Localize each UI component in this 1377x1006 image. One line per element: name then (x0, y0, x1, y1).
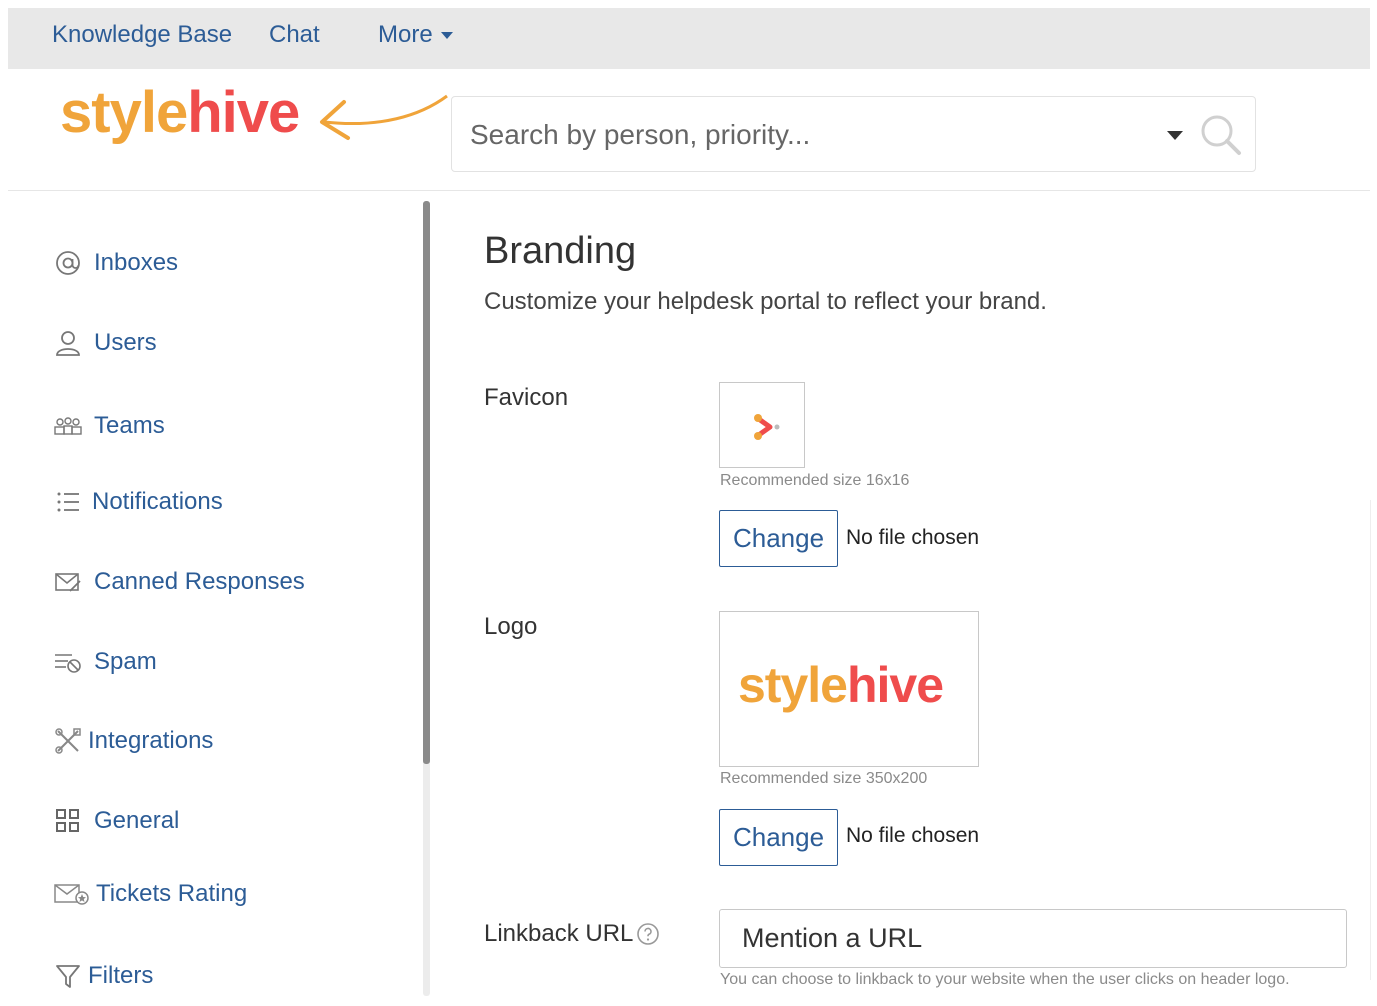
sidebar-item-label: Integrations (88, 727, 214, 754)
sidebar-item-label: Tickets Rating (96, 880, 248, 907)
search-input[interactable]: Search by person, priority... (470, 119, 810, 151)
sidebar-scrollbar-thumb[interactable] (423, 201, 430, 764)
search-icon[interactable] (1199, 113, 1243, 157)
sidebar-item-label: Notifications (92, 488, 223, 515)
nav-knowledge-base[interactable]: Knowledge Base (52, 20, 232, 50)
search-box[interactable]: Search by person, priority... (451, 96, 1256, 172)
sidebar-item-label: Users (94, 329, 157, 356)
grid-icon (54, 807, 82, 835)
sidebar-item-tickets-rating[interactable]: Tickets Rating (54, 877, 247, 911)
nav-more[interactable]: More (378, 20, 453, 50)
sidebar-item-integrations[interactable]: Integrations (54, 724, 213, 758)
sidebar-item-label: Inboxes (94, 249, 179, 276)
brand-logo-style: style (60, 80, 188, 145)
brand-logo-hive: hive (187, 80, 300, 145)
sidebar-item-label: Filters (88, 962, 154, 989)
favicon-label: Favicon (484, 384, 569, 411)
logo-label: Logo (484, 613, 538, 640)
sidebar-item-canned-responses[interactable]: Canned Responses (54, 565, 305, 599)
logo-preview-hive: hive (846, 657, 944, 713)
user-icon (54, 329, 82, 357)
logo-size-hint: Recommended size 350x200 (720, 770, 928, 787)
caret-down-icon (440, 32, 453, 40)
tools-icon (54, 727, 82, 755)
logo-preview-style: style (738, 657, 848, 713)
nav-more-label: More (378, 21, 433, 48)
logo-preview-image: stylehive (738, 656, 944, 714)
linkback-url-label: Linkback URL (484, 920, 634, 947)
header-divider (8, 190, 1370, 191)
annotation-arrow-icon (320, 94, 448, 140)
page-title: Branding (484, 230, 637, 272)
help-icon[interactable] (636, 922, 660, 946)
top-navigation: Knowledge Base Chat More (8, 8, 1370, 69)
sidebar-item-notifications[interactable]: Notifications (54, 485, 223, 519)
sidebar-item-label: Spam (94, 648, 157, 675)
spam-icon (54, 648, 82, 676)
favicon-file-status: No file chosen (846, 526, 980, 549)
logo-file-status: No file chosen (846, 824, 980, 847)
favicon-change-button[interactable]: Change (719, 510, 838, 567)
envelope-icon (54, 568, 82, 596)
page-subtitle: Customize your helpdesk portal to reflec… (484, 288, 1047, 315)
linkback-url-input[interactable] (719, 909, 1347, 968)
sidebar-item-filters[interactable]: Filters (54, 959, 153, 993)
search-dropdown-caret-icon[interactable] (1167, 131, 1183, 140)
sidebar-item-label: Canned Responses (94, 568, 305, 595)
sidebar-item-teams[interactable]: Teams (54, 409, 165, 443)
right-edge-divider (1370, 500, 1371, 980)
funnel-icon (54, 962, 82, 990)
sidebar-item-general[interactable]: General (54, 804, 179, 838)
linkback-url-hint: You can choose to linkback to your websi… (720, 971, 1290, 988)
logo-change-button[interactable]: Change (719, 809, 838, 866)
sidebar-item-spam[interactable]: Spam (54, 645, 157, 679)
list-icon (54, 488, 82, 516)
rating-envelope-icon (54, 880, 90, 908)
sidebar-item-label: General (94, 807, 180, 834)
teams-icon (54, 412, 82, 440)
sidebar-item-label: Teams (94, 412, 165, 439)
favicon-preview (719, 382, 805, 468)
sidebar-item-inboxes[interactable]: Inboxes (54, 246, 178, 280)
nav-chat[interactable]: Chat (269, 20, 320, 50)
sidebar-item-users[interactable]: Users (54, 326, 157, 360)
favicon-image-icon (754, 414, 780, 440)
favicon-size-hint: Recommended size 16x16 (720, 472, 910, 489)
at-icon (54, 249, 82, 277)
brand-logo[interactable]: stylehive (60, 80, 300, 146)
logo-preview: stylehive (719, 611, 979, 767)
